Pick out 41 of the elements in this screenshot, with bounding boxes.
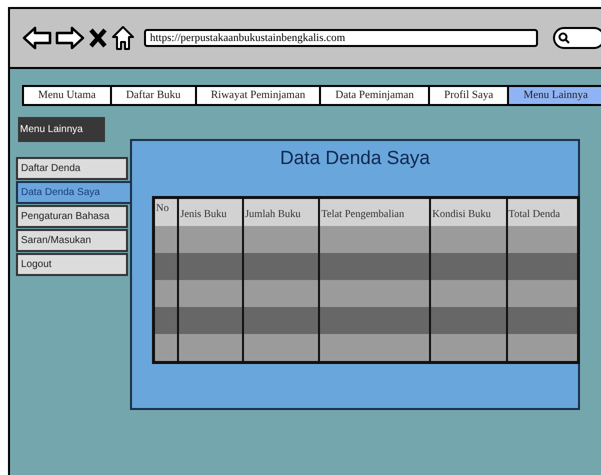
table-cell — [508, 226, 577, 252]
nav-tab[interactable]: Riwayat Peminjaman — [196, 87, 320, 104]
table-cell — [179, 226, 242, 252]
table-cell — [508, 252, 577, 280]
column-header: No — [155, 198, 178, 226]
home-icon[interactable] — [111, 25, 135, 51]
panel-title: Data Denda Saya — [280, 147, 430, 171]
table-cell — [508, 334, 577, 360]
nav-tab[interactable]: Profil Saya — [430, 87, 508, 104]
table-cell — [155, 226, 178, 252]
column-header: Jenis Buku — [179, 198, 242, 226]
sidebar-item[interactable]: Saran/Masukan — [16, 229, 128, 252]
nav-tab[interactable]: Data Peminjaman — [321, 87, 428, 104]
table-cell — [179, 334, 242, 360]
table-cell — [179, 280, 242, 306]
nav-tab[interactable]: Menu Utama — [24, 87, 110, 104]
table-cell — [508, 306, 577, 334]
sidebar-item[interactable]: Logout — [16, 253, 128, 276]
search-icon — [558, 32, 570, 44]
sidebar-item[interactable]: Daftar Denda — [16, 157, 128, 180]
table-cell — [179, 306, 242, 334]
forward-icon[interactable] — [55, 26, 85, 50]
table-cell — [155, 252, 178, 280]
column-header: Jumlah Buku — [244, 198, 318, 226]
sidebar-item[interactable]: Data Denda Saya — [16, 181, 133, 204]
table-cell — [155, 334, 178, 360]
search-field[interactable] — [553, 27, 601, 49]
close-icon[interactable] — [88, 27, 108, 49]
back-icon[interactable] — [22, 26, 52, 50]
table-cell — [155, 280, 178, 306]
table-cell — [155, 306, 178, 334]
sidebar-title: Menu Lainnya — [18, 117, 105, 142]
column-header: Kondisi Buku — [431, 198, 506, 226]
table-cell — [508, 280, 577, 306]
column-header: Total Denda — [508, 198, 577, 226]
address-field[interactable]: https://perpustakaanbukustainbengkalis.com — [144, 29, 538, 47]
sidebar-item[interactable]: Pengaturan Bahasa — [16, 205, 128, 228]
table-cell — [179, 252, 242, 280]
nav-tab[interactable]: Daftar Buku — [112, 87, 195, 104]
nav-tab[interactable]: Menu Lainnya — [509, 87, 601, 104]
column-header: Telat Pengembalian — [320, 198, 430, 226]
